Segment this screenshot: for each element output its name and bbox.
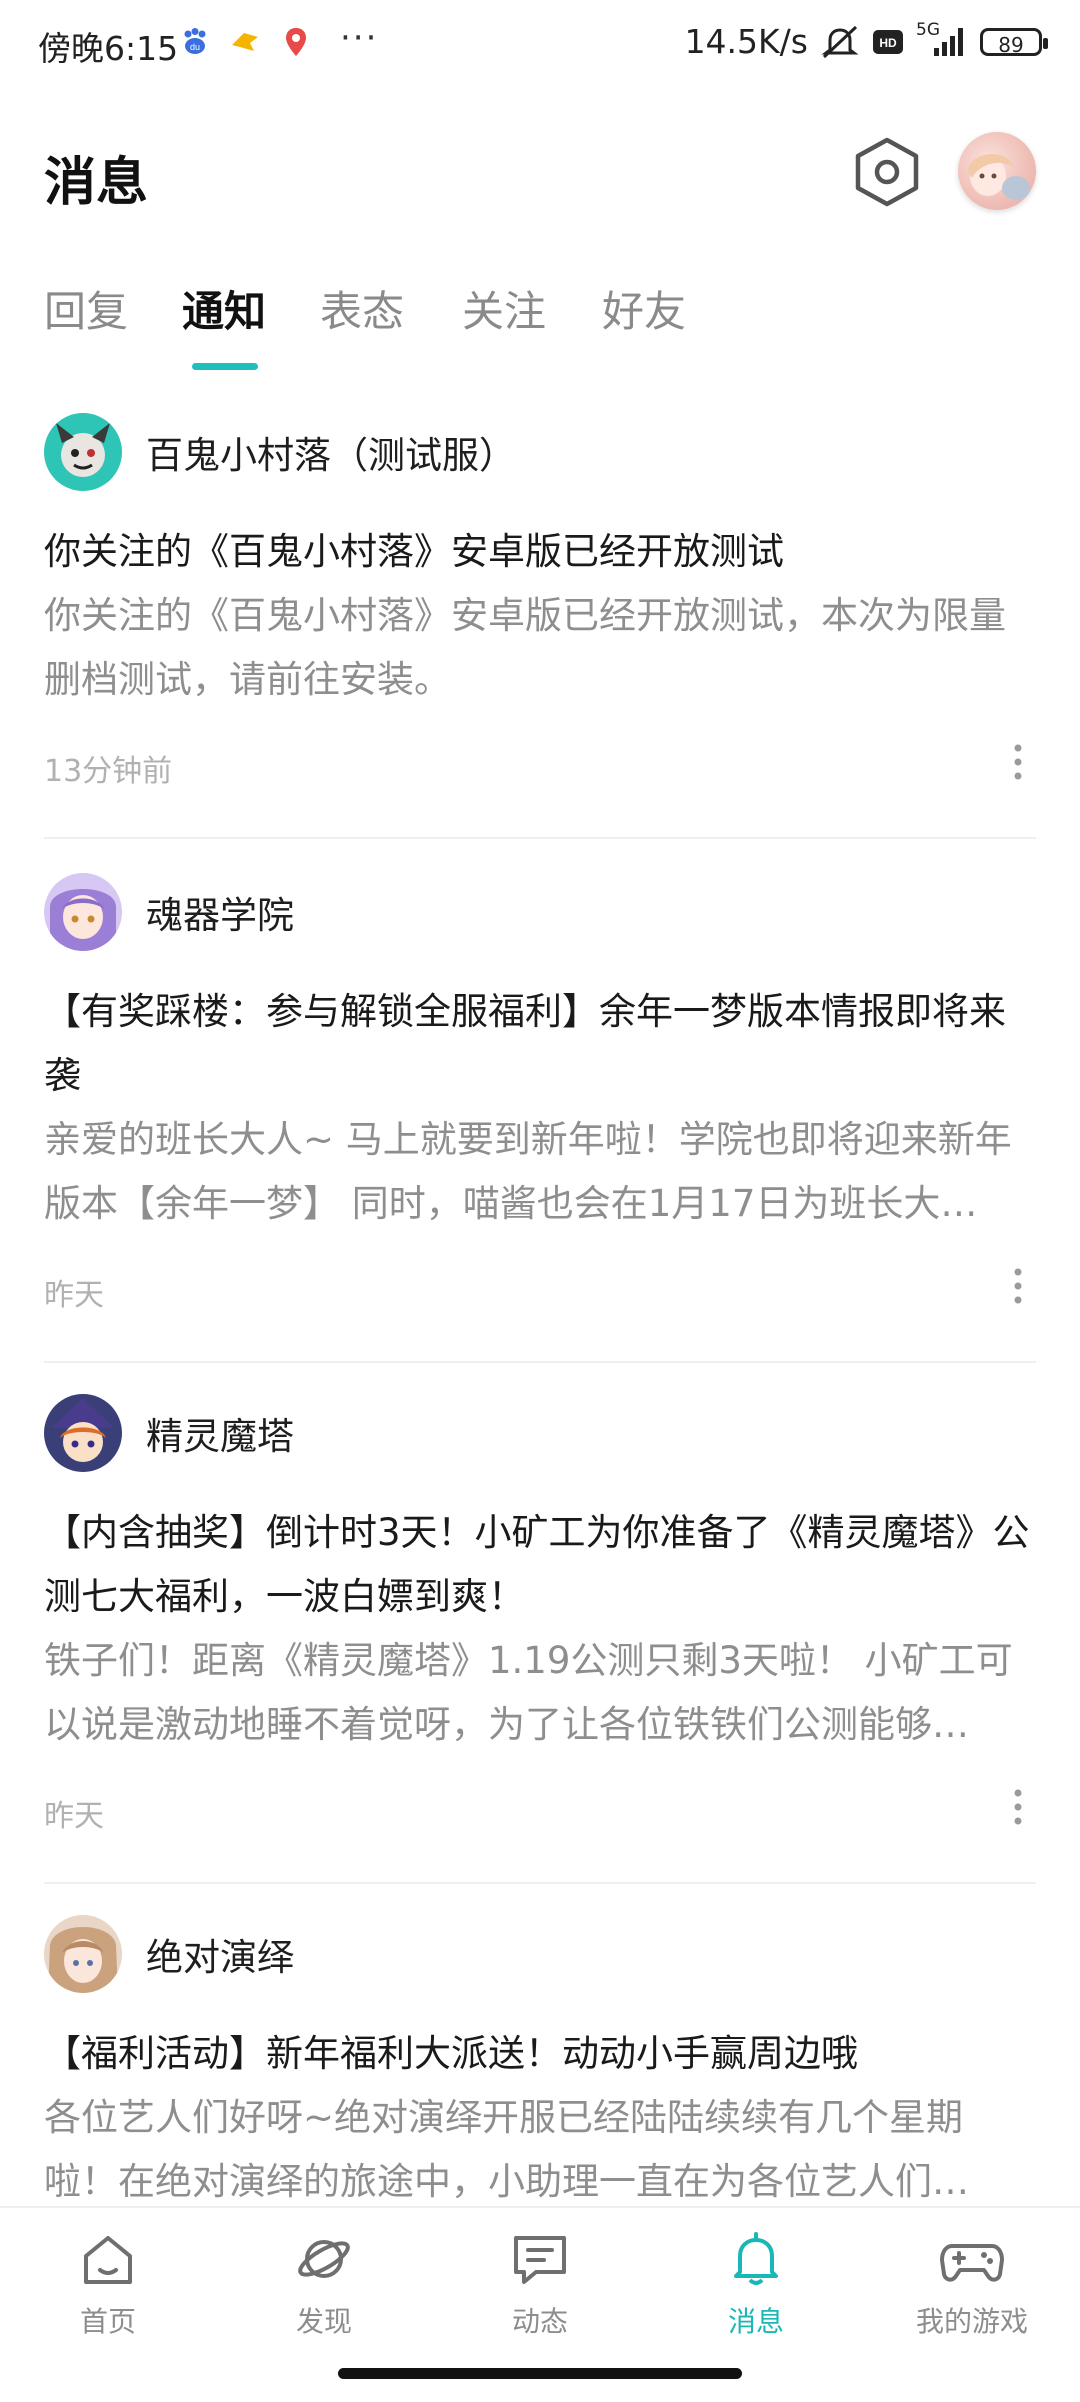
sender-name[interactable]: 百鬼小村落（测试服） bbox=[146, 425, 516, 479]
notification-time: 昨天 bbox=[44, 1278, 104, 1313]
sender-avatar[interactable] bbox=[44, 1394, 122, 1472]
nav-feed[interactable]: 动态 bbox=[470, 2230, 610, 2340]
status-bar: 傍晚6:15 du ··· 14.5K/s HD 5G 89 bbox=[0, 0, 1080, 90]
item-divider bbox=[44, 837, 1036, 839]
home-icon bbox=[84, 2236, 132, 2284]
nav-home-label: 首页 bbox=[79, 2305, 136, 2338]
nav-messages-label: 消息 bbox=[727, 2305, 784, 2338]
notification-title: 【福利活动】新年福利大派送！动动小手赢周边哦 bbox=[44, 2032, 858, 2075]
sender-row[interactable]: 精灵魔塔 bbox=[44, 1393, 294, 1473]
gamepad-icon bbox=[940, 2244, 1004, 2282]
notification-excerpt: 铁子们！距离《精灵魔塔》1.19公测只剩3天啦！ 小矿工可以说是激动地睡不着觉呀… bbox=[44, 1639, 1013, 1746]
sender-avatar[interactable] bbox=[44, 1915, 122, 1993]
page-title: 消息 bbox=[44, 153, 149, 213]
sender-row[interactable]: 绝对演绎 bbox=[44, 1914, 294, 1994]
sender-name[interactable]: 魂器学院 bbox=[146, 885, 294, 939]
svg-text:du: du bbox=[190, 42, 200, 52]
notification-title: 【内含抽奖】倒计时3天！小矿工为你准备了《精灵魔塔》公测七大福利，一波白嫖到爽！ bbox=[44, 1511, 1030, 1618]
sender-row[interactable]: 百鬼小村落（测试服） bbox=[44, 412, 516, 492]
sender-avatar[interactable] bbox=[44, 413, 122, 491]
hd-icon: HD bbox=[873, 29, 903, 54]
mute-icon bbox=[821, 25, 859, 58]
item-divider bbox=[44, 1882, 1036, 1884]
nav-feed-label: 动态 bbox=[511, 2305, 568, 2338]
status-more-dots: ··· bbox=[340, 18, 379, 58]
sender-avatar[interactable] bbox=[44, 873, 122, 951]
nav-my-games-label: 我的游戏 bbox=[915, 2305, 1028, 2338]
tab-follow[interactable]: 关注 bbox=[462, 278, 546, 339]
nav-my-games[interactable]: 我的游戏 bbox=[902, 2230, 1042, 2340]
sender-name[interactable]: 精灵魔塔 bbox=[146, 1406, 294, 1460]
bell-icon bbox=[734, 2232, 778, 2285]
status-system-icons: 14.5K/s HD 5G 89 bbox=[684, 20, 1048, 61]
nav-home[interactable]: 首页 bbox=[38, 2230, 178, 2340]
tab-notice[interactable]: 通知 bbox=[182, 278, 266, 339]
map-pin-icon bbox=[286, 28, 306, 56]
baidu-icon: du bbox=[184, 28, 206, 54]
status-notification-icons: du bbox=[182, 26, 308, 58]
nav-messages[interactable]: 消息 bbox=[686, 2230, 826, 2340]
notification-time: 昨天 bbox=[44, 1799, 104, 1834]
hexagon-settings-icon[interactable] bbox=[852, 136, 922, 208]
svg-text:HD: HD bbox=[879, 36, 897, 50]
sender-row[interactable]: 魂器学院 bbox=[44, 872, 294, 952]
discover-planet-icon bbox=[298, 2240, 350, 2278]
active-tab-indicator bbox=[192, 363, 258, 370]
notification-title: 你关注的《百鬼小村落》安卓版已经开放测试 bbox=[44, 530, 784, 573]
more-options-icon[interactable] bbox=[1008, 742, 1028, 782]
notification-excerpt: 亲爱的班长大人~ 马上就要到新年啦！学院也即将迎来新年版本【余年一梦】 同时，喵… bbox=[44, 1118, 1012, 1225]
tab-friends[interactable]: 好友 bbox=[602, 278, 686, 339]
network-speed: 14.5K/s bbox=[684, 22, 808, 61]
item-divider bbox=[44, 1361, 1036, 1363]
nav-discover[interactable]: 发现 bbox=[254, 2230, 394, 2340]
notification-excerpt: 你关注的《百鬼小村落》安卓版已经开放测试，本次为限量删档测试，请前往安装。 bbox=[44, 594, 1006, 701]
notification-title: 【有奖踩楼：参与解锁全服福利】余年一梦版本情报即将来袭 bbox=[44, 990, 1006, 1097]
signal-icon: 5G bbox=[916, 20, 968, 60]
notification-time: 13分钟前 bbox=[44, 754, 173, 789]
more-options-icon[interactable] bbox=[1008, 1266, 1028, 1306]
bird-app-icon bbox=[232, 33, 258, 51]
sender-name[interactable]: 绝对演绎 bbox=[146, 1927, 294, 1981]
battery-level: 89 bbox=[998, 32, 1024, 57]
feed-chat-icon bbox=[514, 2236, 566, 2284]
tab-reaction[interactable]: 表态 bbox=[320, 278, 404, 339]
more-options-icon[interactable] bbox=[1008, 1787, 1028, 1827]
nav-discover-label: 发现 bbox=[295, 2305, 352, 2338]
tab-reply[interactable]: 回复 bbox=[44, 278, 128, 339]
home-indicator[interactable] bbox=[338, 2368, 742, 2379]
status-time: 傍晚6:15 bbox=[38, 29, 179, 68]
notification-excerpt: 各位艺人们好呀~绝对演绎开服已经陆陆续续有几个星期啦！在绝对演绎的旅途中，小助理… bbox=[44, 2096, 969, 2203]
user-avatar[interactable] bbox=[958, 132, 1036, 210]
message-tabs: 回复 通知 表态 关注 好友 bbox=[0, 278, 1080, 378]
battery-icon: 89 bbox=[980, 27, 1048, 57]
